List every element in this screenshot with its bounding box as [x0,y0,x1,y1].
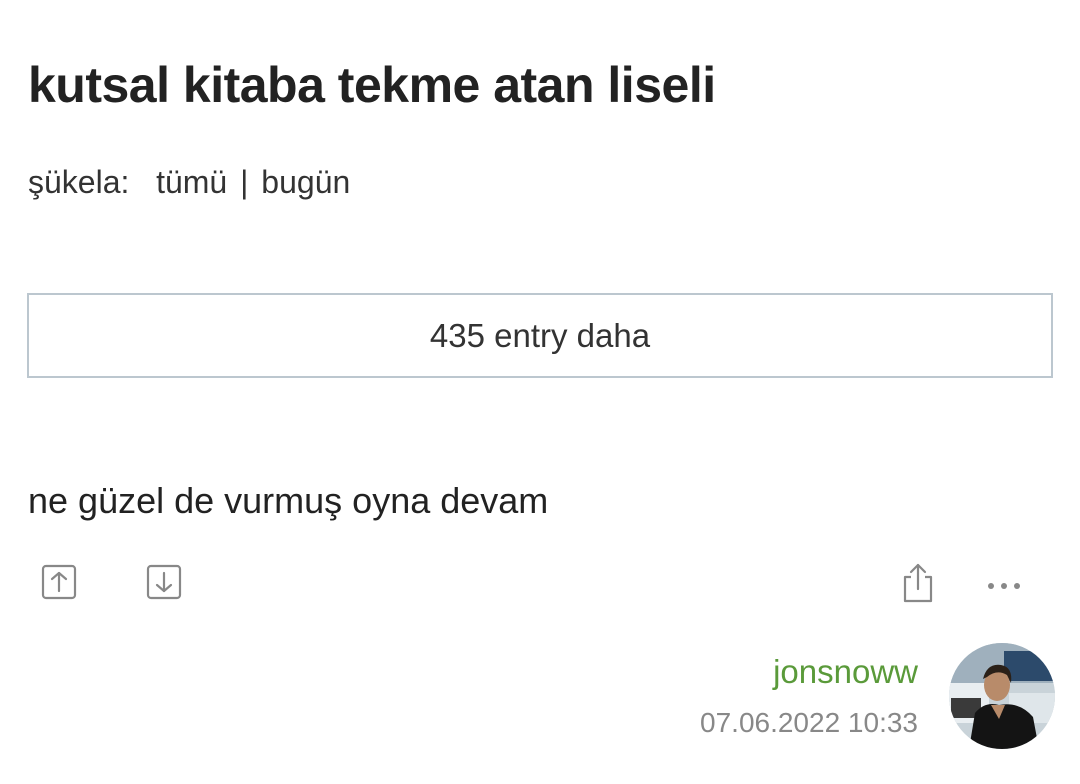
arrow-up-box-icon [41,564,77,600]
share-icon [903,563,933,603]
avatar-photo [949,643,1055,749]
load-more-label: 435 entry daha [429,316,651,354]
sukela-label: şükela: [28,164,130,200]
filter-separator: | [240,164,249,200]
entry-date-link[interactable]: 07.06.2022 10:33 [700,707,918,739]
filter-all-link[interactable]: tümü [156,164,227,200]
filter-today-link[interactable]: bugün [261,164,350,200]
load-more-entries-button[interactable]: 435 entry daha [27,293,1053,378]
arrow-down-box-icon [146,564,182,600]
more-options-button[interactable] [986,574,1022,598]
sukela-filter: şükela: tümü | bugün [28,164,350,201]
topic-title[interactable]: kutsal kitaba tekme atan liseli [28,56,716,114]
share-button[interactable] [898,562,938,604]
more-dots-icon [988,583,1020,589]
author-avatar[interactable] [949,643,1055,749]
upvote-button[interactable] [41,564,77,600]
entry-author-link[interactable]: jonsnoww [773,653,918,691]
entry-content: ne güzel de vurmuş oyna devam [28,480,549,521]
downvote-button[interactable] [146,564,182,600]
